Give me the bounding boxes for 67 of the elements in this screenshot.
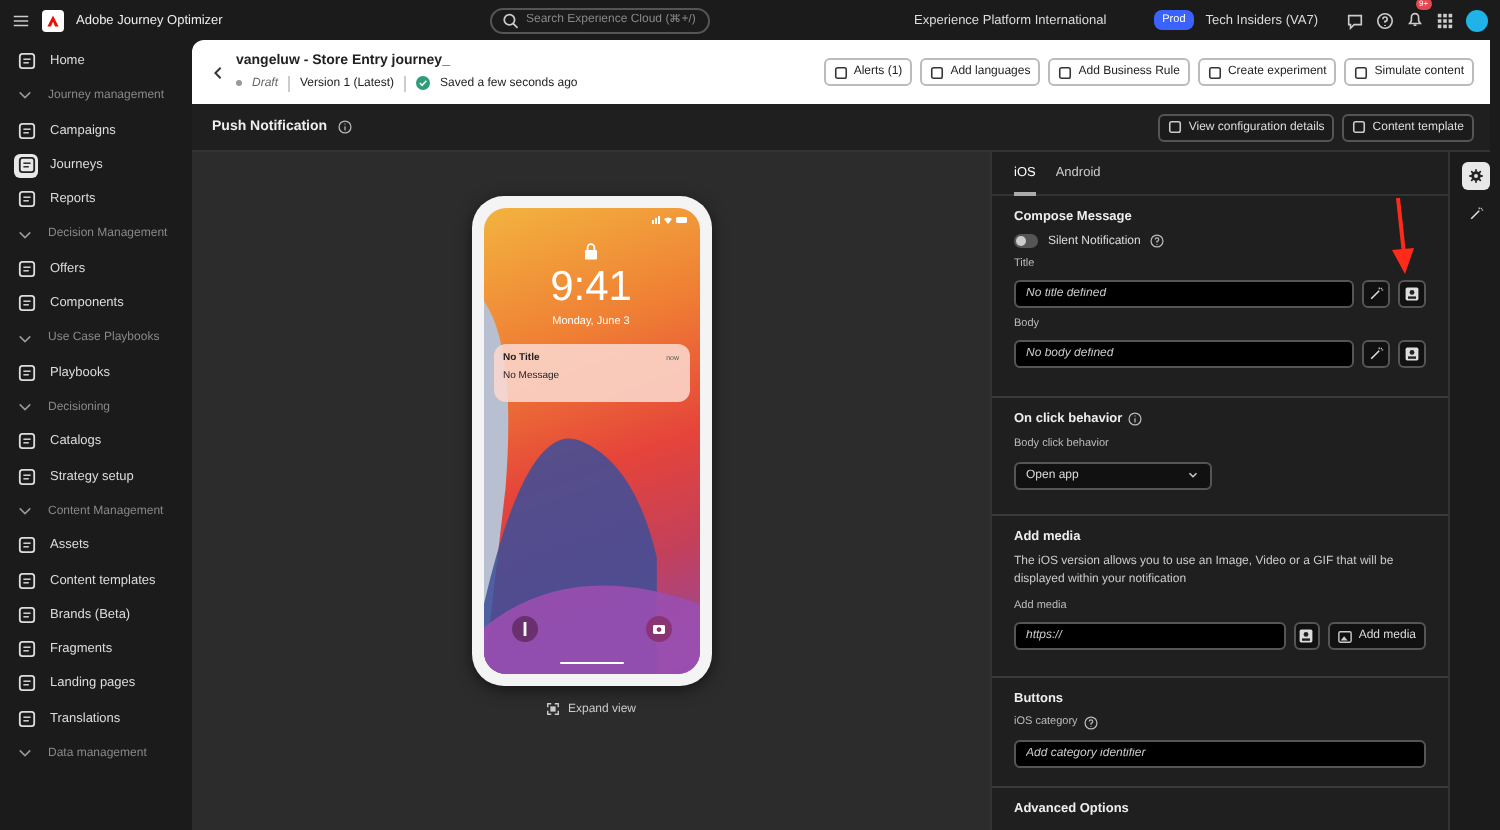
outline-square-icon (17, 536, 35, 555)
personalization-button[interactable] (1398, 340, 1426, 369)
outline-square-icon (17, 674, 35, 693)
personalization-button[interactable] (1398, 280, 1426, 309)
annotation-arrow (1388, 198, 1416, 274)
outline-square-icon (17, 571, 35, 590)
outline-square-icon (17, 190, 35, 209)
portrait-icon (1298, 628, 1315, 645)
gear-icon (1467, 168, 1483, 184)
check-icon (416, 76, 431, 90)
square-icon (1354, 65, 1369, 79)
outline-square-icon (17, 294, 35, 313)
info-icon[interactable] (1128, 411, 1143, 426)
outline-square-icon (17, 605, 35, 624)
chat-icon[interactable] (1346, 11, 1364, 29)
help-icon[interactable] (1150, 234, 1165, 249)
chevron-icon[interactable] (18, 331, 32, 346)
status-dot (236, 80, 242, 86)
chevron-icon[interactable] (18, 504, 32, 518)
square-icon (930, 65, 945, 79)
settings-button[interactable] (1461, 162, 1489, 190)
wand-icon (1368, 286, 1384, 303)
personalization-button[interactable] (1293, 622, 1321, 651)
outline-square-icon (17, 259, 35, 278)
apps-grid-icon[interactable] (1436, 11, 1454, 29)
chevron-icon[interactable] (18, 88, 32, 103)
square-icon (1058, 65, 1073, 79)
outline-square-icon (17, 363, 35, 382)
outline-square-icon (17, 467, 35, 486)
flashlight-icon[interactable] (511, 616, 537, 642)
status-icons (651, 216, 687, 224)
wand-icon (1467, 206, 1483, 222)
toggle-switch[interactable] (1014, 234, 1038, 249)
image-icon (1338, 629, 1353, 644)
ai-assistant-button[interactable] (1362, 280, 1390, 309)
logo-icon[interactable] (42, 9, 64, 31)
help-icon[interactable] (1083, 715, 1098, 730)
square-icon (1352, 120, 1367, 134)
clock-time: 9:41 (550, 264, 632, 312)
outline-square-icon (17, 432, 35, 451)
square-icon (1207, 65, 1222, 79)
portrait-icon (1404, 286, 1420, 303)
chevron-icon (1186, 468, 1200, 483)
info-icon[interactable] (337, 120, 352, 134)
outline-square-icon (17, 156, 35, 175)
help-icon[interactable] (1376, 11, 1394, 29)
back-icon[interactable] (212, 65, 224, 79)
ai-assistant-button[interactable] (1362, 340, 1390, 369)
outline-square-icon (17, 640, 35, 659)
chevron-icon[interactable] (18, 227, 32, 242)
outline-square-icon (17, 709, 35, 728)
outline-square-icon (17, 121, 35, 140)
chevron-icon[interactable] (18, 746, 32, 761)
search-icon (502, 11, 520, 29)
bell-icon[interactable] (1406, 10, 1424, 28)
expand-icon (545, 702, 560, 716)
square-icon (833, 65, 848, 79)
camera-icon[interactable] (645, 616, 671, 642)
home-indicator (559, 661, 623, 664)
wand-icon (1368, 346, 1384, 363)
avatar[interactable] (1466, 9, 1488, 31)
lock-icon (584, 242, 598, 260)
square-icon (1168, 120, 1183, 134)
outline-square-icon (17, 52, 35, 71)
chevron-icon[interactable] (18, 400, 32, 415)
portrait-icon (1404, 346, 1420, 363)
menu-icon[interactable] (12, 11, 30, 29)
